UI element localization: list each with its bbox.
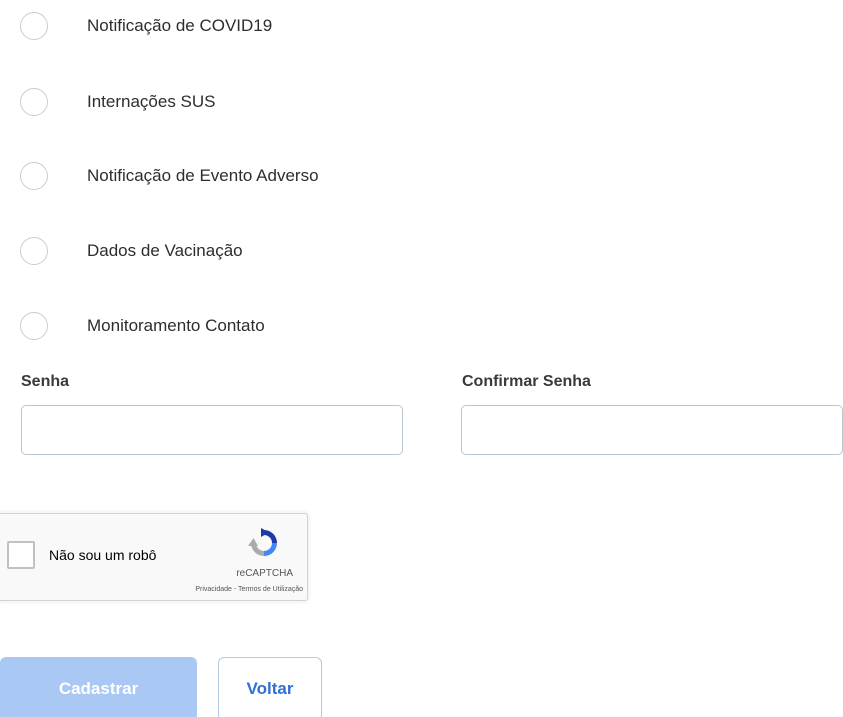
radio-button[interactable]: [20, 162, 48, 190]
radio-label[interactable]: Monitoramento Contato: [87, 316, 265, 336]
recaptcha-widget: Não sou um robô reCAPTCHA Privacidade - …: [0, 513, 308, 601]
radio-button[interactable]: [20, 312, 48, 340]
recaptcha-logo-icon: [248, 528, 277, 556]
radio-option-internacoes-sus[interactable]: Internações SUS: [20, 86, 216, 118]
radio-option-evento-adverso[interactable]: Notificação de Evento Adverso: [20, 160, 319, 192]
radio-option-covid19[interactable]: Notificação de COVID19: [20, 10, 272, 42]
radio-label[interactable]: Internações SUS: [87, 92, 216, 112]
radio-button[interactable]: [20, 12, 48, 40]
confirm-password-label: Confirmar Senha: [462, 373, 591, 390]
registration-form: Notificação de COVID19 Internações SUS N…: [0, 0, 843, 717]
back-button[interactable]: Voltar: [218, 657, 322, 717]
radio-label[interactable]: Notificação de COVID19: [87, 16, 272, 36]
recaptcha-privacy-terms-links[interactable]: Privacidade - Termos de Utilização: [195, 586, 303, 593]
recaptcha-checkbox[interactable]: [7, 541, 35, 569]
recaptcha-label: Não sou um robô: [49, 547, 157, 563]
radio-label[interactable]: Notificação de Evento Adverso: [87, 166, 319, 186]
confirm-password-input[interactable]: [461, 405, 843, 455]
radio-label[interactable]: Dados de Vacinação: [87, 241, 243, 261]
radio-button[interactable]: [20, 88, 48, 116]
password-input[interactable]: [21, 405, 403, 455]
radio-option-dados-vacinacao[interactable]: Dados de Vacinação: [20, 235, 243, 267]
password-label: Senha: [21, 373, 70, 390]
radio-button[interactable]: [20, 237, 48, 265]
submit-button[interactable]: Cadastrar: [0, 657, 197, 717]
radio-option-monitoramento-contato[interactable]: Monitoramento Contato: [20, 310, 265, 342]
recaptcha-brand: reCAPTCHA: [236, 568, 293, 579]
